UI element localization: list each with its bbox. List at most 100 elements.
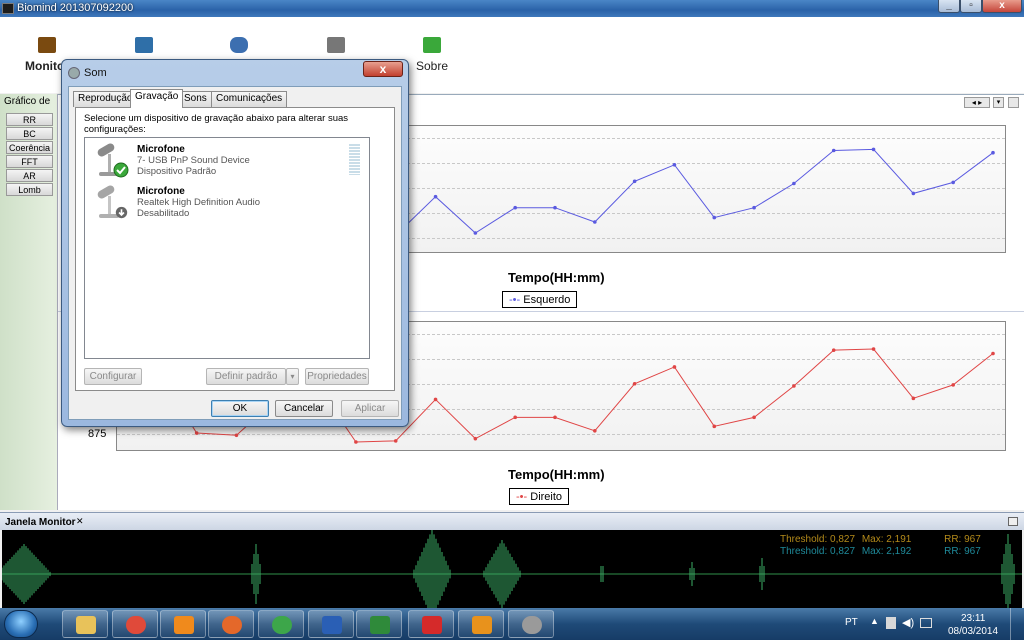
top-legend: -•- Esquerdo [502,291,578,308]
clock-time[interactable]: 23:11 [961,613,985,624]
minimize-button[interactable]: _ [938,0,960,13]
taskbar-media-center[interactable] [112,610,158,638]
chart-icon [135,37,153,53]
toolbar-chart[interactable] [114,37,174,59]
device-detail: 7- USB PnP Sound Device [137,155,250,166]
data-point-13 [632,381,637,386]
legend-marker-esquerdo: -•- [509,294,521,306]
dialog-title: Som [84,67,107,79]
taskbar-box-app[interactable] [458,610,504,638]
waveform-burst [413,530,451,608]
tray-expand-icon[interactable]: ▲ [870,616,879,626]
data-point-19 [871,347,876,351]
data-point-3 [234,433,239,438]
volume-icon[interactable]: ◀) [902,616,914,629]
taskbar-firefox[interactable] [208,610,254,638]
data-point-16 [752,415,756,420]
chrome-icon [272,616,292,634]
left-panel-item-fft[interactable]: FFT [6,155,53,168]
data-point-21 [951,180,955,185]
sound-app-icon [522,616,542,634]
threshold-line-2: Threshold: 0,827 Max: 2,192 RR: 967 [780,546,981,557]
left-panel-item-coerencia[interactable]: Coerência [6,141,53,154]
left-panel-header: Gráfico de [4,96,51,107]
title-bar: Biomind 201307092200 _ ▫ x [0,0,1024,17]
monitor-close-icon[interactable]: ✕ [76,516,84,527]
device-item-usb-mic[interactable]: Microfone 7- USB PnP Sound Device Dispos… [89,142,359,180]
taskbar-excel[interactable] [356,610,402,638]
firefox-icon [222,616,242,634]
network-icon[interactable] [920,618,932,628]
max-value-1: Max: 2,191 [861,534,912,545]
media-player-icon [174,616,194,634]
data-point-8 [433,194,438,199]
apply-button[interactable]: Aplicar [341,400,399,417]
left-panel-item-bc[interactable]: BC [6,127,53,140]
data-point-2 [194,431,199,435]
excel-icon [370,616,390,634]
taskbar-media-player[interactable] [160,610,206,638]
cancel-button[interactable]: Cancelar [275,400,333,417]
legend-marker-direito: -•- [516,491,528,503]
rr-value-2: RR: 967 [944,546,981,557]
max-value-2: Max: 2,192 [861,546,912,557]
monitor-minimize-icon[interactable] [1008,517,1018,526]
biomind-heart-icon [422,616,442,634]
taskbar-biomind[interactable] [408,610,454,638]
tab-gravacao[interactable]: Gravação [130,89,184,108]
data-point-15 [712,424,717,429]
waveform-burst [483,540,521,608]
taskbar-word[interactable] [308,610,354,638]
file-explorer-icon [76,616,96,634]
data-point-9 [473,231,478,235]
left-panel-item-rr[interactable]: RR [6,113,53,126]
set-default-dropdown-icon[interactable]: ▾ [286,368,299,385]
restore-button[interactable]: ▫ [960,0,982,13]
threshold-value-1: Threshold: 0,827 [780,534,856,545]
chart-nav-arrows[interactable]: ◂ ▸ [964,97,990,108]
monitor-title: Janela Monitor [5,517,76,528]
configure-button[interactable]: Configurar [84,368,142,385]
maximize-view-icon[interactable] [1008,97,1019,108]
data-point-15 [712,215,717,220]
rr-value-1: RR: 967 [944,534,981,545]
settings-sliders-icon [327,37,345,53]
show-desktop-button[interactable] [1010,608,1024,640]
top-xlabel: Tempo(HH:mm) [508,270,605,285]
tab-comunicacoes[interactable]: Comunicações [211,91,288,107]
close-button[interactable]: x [982,0,1022,13]
data-point-17 [792,181,796,186]
data-point-12 [593,429,597,433]
data-point-19 [871,147,876,152]
device-detail: Realtek High Definition Audio [137,197,261,208]
taskbar-chrome[interactable] [258,610,304,638]
chevron-down-icon[interactable]: ▾ [993,97,1004,108]
disabled-arrow-icon [115,206,128,219]
properties-button[interactable]: Propriedades [305,368,369,385]
left-panel-item-ar[interactable]: AR [6,169,53,182]
tab-reproducao[interactable]: Reprodução [73,91,138,107]
tray-flag-icon[interactable] [886,617,896,629]
device-name: Microfone [137,144,185,155]
language-indicator[interactable]: PT [845,617,858,628]
toolbar-settings[interactable] [306,37,366,59]
clock-date[interactable]: 08/03/2014 [948,626,998,637]
set-default-button[interactable]: Definir padrão [206,368,286,385]
toolbar-sobre[interactable]: Sobre [402,37,462,73]
legend-label-esquerdo: Esquerdo [523,294,571,306]
left-panel-item-lomb[interactable]: Lomb [6,183,53,196]
taskbar-sound-app[interactable] [508,610,554,638]
tab-sons[interactable]: Sons [179,91,212,107]
ok-button[interactable]: OK [211,400,269,417]
toolbar-database[interactable] [209,37,269,59]
data-point-11 [553,415,557,420]
taskbar-file-explorer[interactable] [62,610,108,638]
device-item-realtek-mic[interactable]: Microfone Realtek High Definition Audio … [89,184,359,222]
dialog-body: Reprodução Gravação Sons Comunicações Se… [68,86,402,420]
window-title: Biomind 201307092200 [17,2,134,14]
dialog-close-button[interactable]: x [363,61,403,77]
legend-label-direito: Direito [530,491,563,503]
word-icon [322,616,342,634]
start-button[interactable] [4,610,38,638]
bottom-xlabel: Tempo(HH:mm) [508,467,605,482]
